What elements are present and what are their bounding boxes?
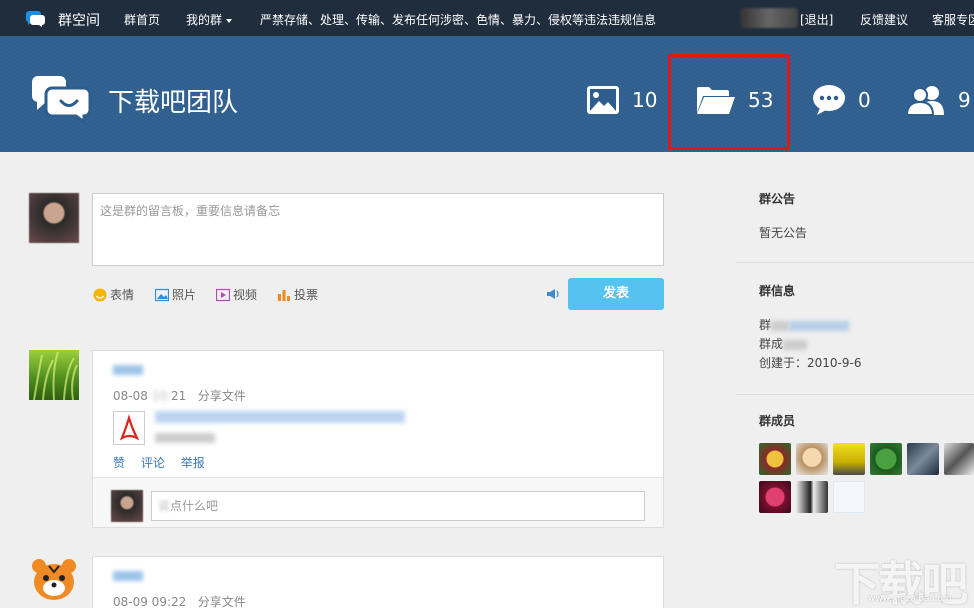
feed-card: 08-09 09:22 分享文件 [92,556,664,608]
tiger-avatar-image [32,559,76,600]
group-info-title: 群信息 [759,284,796,298]
post-button[interactable]: 发表 [568,278,664,310]
member-avatar[interactable] [833,443,865,475]
highlight-annotation-box [668,54,790,150]
grass-avatar-image [33,351,78,401]
legal-notice: 严禁存储、处理、传输、发布任何涉密、色情、暴力、侵权等违法违规信息 [260,13,657,27]
stat-photos-value: 10 [632,88,658,112]
group-info-members: 群成 [759,335,808,352]
video-tool[interactable]: 视频 [216,286,257,303]
chevron-down-icon [226,18,233,23]
stat-comments-value: 0 [858,88,871,112]
stat-members-value: 9 [958,88,971,112]
video-icon [216,288,230,301]
brand-title[interactable]: 群空间 [58,10,100,30]
feed-meta: 08-08 10:21 分享文件 [113,389,246,403]
feed-author-name[interactable] [113,571,143,581]
members-title: 群成员 [759,414,796,428]
feed-author-avatar[interactable] [29,556,79,606]
feed-meta: 08-09 09:22 分享文件 [113,595,246,608]
nav-group-home[interactable]: 群首页 [124,11,160,28]
qq-group-logo-icon [25,11,45,27]
group-header: 下载吧团队 10 53 0 9 [0,36,974,152]
message-board-placeholder: 这是群的留言板，重要信息请备忘 [100,204,281,218]
feed-author-name[interactable] [113,365,143,375]
member-avatar[interactable] [833,481,865,513]
comment-link[interactable]: 评论 [141,456,165,470]
site-watermark-url: www.xiazaiba.com [868,594,952,604]
pdf-file-icon[interactable] [113,411,145,445]
photo-tool-label: 照片 [172,288,197,302]
group-name: 下载吧团队 [108,88,239,118]
announcement-text: 暂无公告 [759,226,808,240]
emoji-tool[interactable]: 表情 [93,286,134,303]
logout-link[interactable]: [退出] [800,11,833,28]
emoji-tool-label: 表情 [110,288,135,302]
message-board-input[interactable]: 这是群的留言板，重要信息请备忘 [92,193,664,266]
group-info-created: 创建于：2010-9-6 [759,356,862,370]
member-avatar[interactable] [759,481,791,513]
support-link[interactable]: 客服专区 [932,11,974,28]
feed-author-avatar[interactable] [29,350,79,401]
member-avatar[interactable] [796,481,828,513]
members-icon [906,86,944,116]
announcement-title: 群公告 [759,192,796,206]
photo-tool[interactable]: 照片 [155,286,196,303]
top-nav: 群空间 群首页 我的群 严禁存储、处理、传输、发布任何涉密、色情、暴力、侵权等违… [0,0,974,36]
my-reply-avatar [111,490,143,522]
sidebar-divider [736,262,974,263]
picture-icon [587,86,619,114]
video-tool-label: 视频 [233,288,258,302]
group-chat-logo-icon [31,76,92,124]
reply-input[interactable]: 说点什么吧 [151,491,645,521]
my-avatar[interactable] [29,193,79,243]
stat-members[interactable]: 9 [906,84,971,116]
member-avatar[interactable] [870,443,902,475]
member-avatar[interactable] [944,443,974,475]
feedback-link[interactable]: 反馈建议 [860,11,908,28]
stat-photos[interactable]: 10 [586,84,657,116]
photo-icon [155,288,169,301]
member-avatar[interactable] [759,443,791,475]
emoji-icon [93,288,107,301]
stat-comments[interactable]: 0 [812,84,871,116]
reply-area: 说点什么吧 [93,477,663,527]
vote-chart-icon [278,289,290,301]
member-avatar[interactable] [907,443,939,475]
sidebar-divider [736,394,974,395]
shared-file-size [155,433,215,443]
vote-tool-label: 投票 [294,288,319,302]
member-avatar[interactable] [796,443,828,475]
report-link[interactable]: 举报 [181,456,205,470]
nav-my-groups[interactable]: 我的群 [186,11,233,28]
feed-card: 08-08 10:21 分享文件 赞 评论 举报 说点什么吧 [92,350,664,528]
shared-file-name[interactable] [155,411,405,423]
comment-icon [813,85,845,115]
vote-tool[interactable]: 投票 [277,286,318,303]
feed-actions: 赞 评论 举报 [113,454,217,471]
user-avatar[interactable] [740,8,798,28]
group-info-number: 群 [759,316,850,333]
announcement-speaker-icon[interactable] [546,288,560,300]
like-link[interactable]: 赞 [113,456,125,470]
